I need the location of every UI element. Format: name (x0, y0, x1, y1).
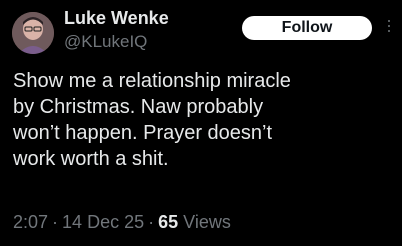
avatar[interactable] (12, 12, 54, 54)
tweet-line: Show me a relationship miracle (13, 70, 291, 92)
user-handle[interactable]: @KLukeIQ (64, 32, 147, 52)
tweet-text: Show me a relationship miracle by Christ… (13, 68, 393, 172)
tweet-card: Luke Wenke @KLukeIQ Follow Show me a rel… (0, 0, 402, 246)
tweet-meta: 2:07 · 14 Dec 25 · 65 Views (13, 210, 231, 234)
display-name[interactable]: Luke Wenke (64, 8, 169, 28)
views-label[interactable]: Views (183, 212, 231, 232)
post-time[interactable]: 2:07 (13, 212, 48, 232)
user-avatar-icon (12, 12, 54, 54)
views-count: 65 (158, 212, 179, 232)
meta-separator: · (52, 212, 59, 232)
follow-button[interactable]: Follow (242, 16, 372, 40)
meta-separator: · (148, 212, 155, 232)
tweet-line: won’t happen. Prayer doesn’t (13, 122, 273, 144)
tweet-line: work worth a shit. (13, 148, 169, 170)
more-vertical-icon[interactable] (384, 17, 394, 39)
post-date[interactable]: 14 Dec 25 (62, 212, 144, 232)
tweet-line: by Christmas. Naw probably (13, 96, 264, 118)
